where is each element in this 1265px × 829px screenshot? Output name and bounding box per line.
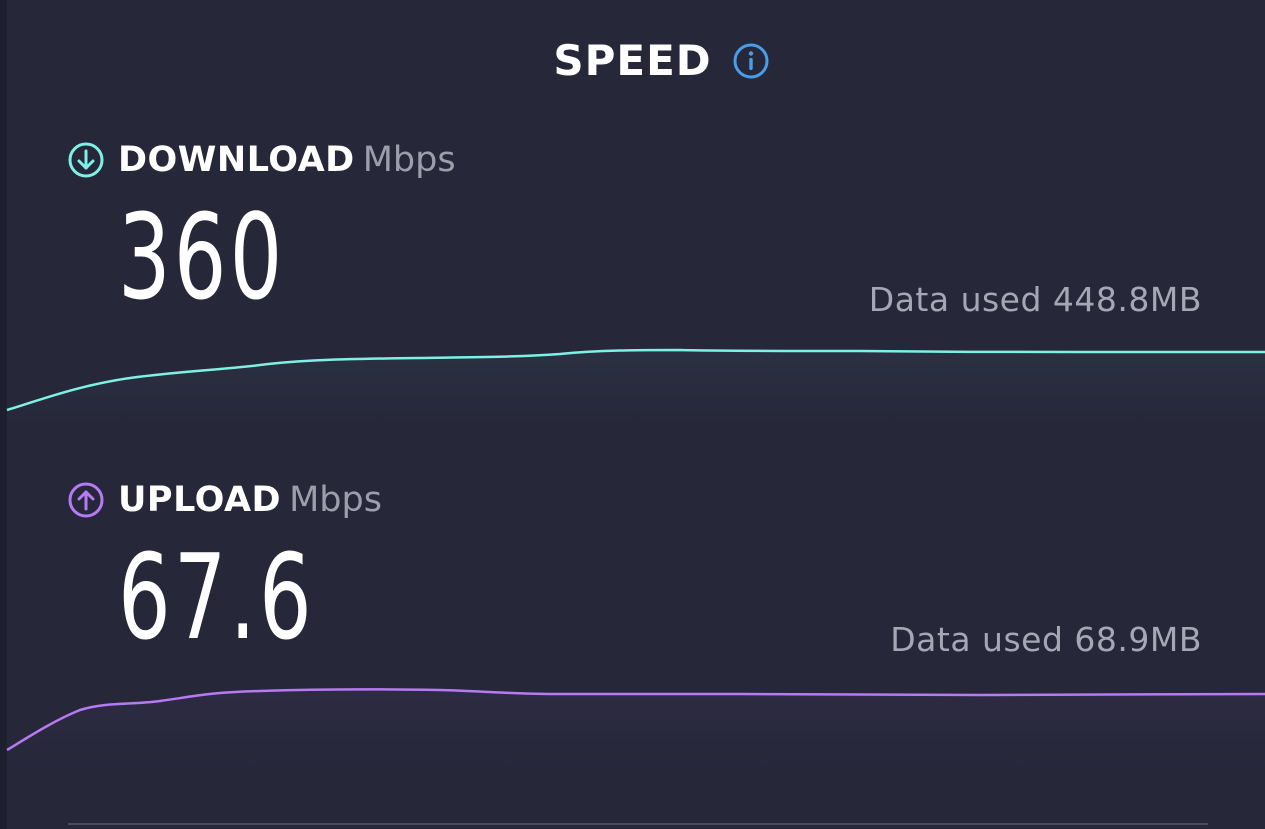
download-data-used: Data used 448.8MB: [868, 280, 1202, 319]
arrow-down-circle-icon: [68, 142, 104, 178]
speed-test-screen: SPEED DOWNLOAD Mbps 360 Data used 448.8M…: [0, 0, 1265, 829]
download-label: DOWNLOAD Mbps: [67, 140, 456, 180]
info-icon[interactable]: [732, 42, 770, 80]
download-graph: [6, 348, 1265, 430]
upload-label: UPLOAD Mbps: [67, 480, 382, 520]
header: SPEED: [0, 36, 1265, 85]
bottom-divider: [68, 823, 1208, 825]
download-value: 360: [118, 188, 286, 326]
upload-unit: Mbps: [289, 480, 382, 520]
upload-data-used: Data used 68.9MB: [890, 620, 1202, 659]
download-unit: Mbps: [362, 140, 456, 180]
download-title: DOWNLOAD: [118, 140, 355, 180]
upload-graph: [6, 688, 1265, 770]
page-title: SPEED: [553, 36, 712, 85]
arrow-up-circle-icon: [68, 482, 104, 518]
upload-title: UPLOAD: [118, 480, 282, 520]
upload-value: 67.6: [118, 528, 315, 666]
